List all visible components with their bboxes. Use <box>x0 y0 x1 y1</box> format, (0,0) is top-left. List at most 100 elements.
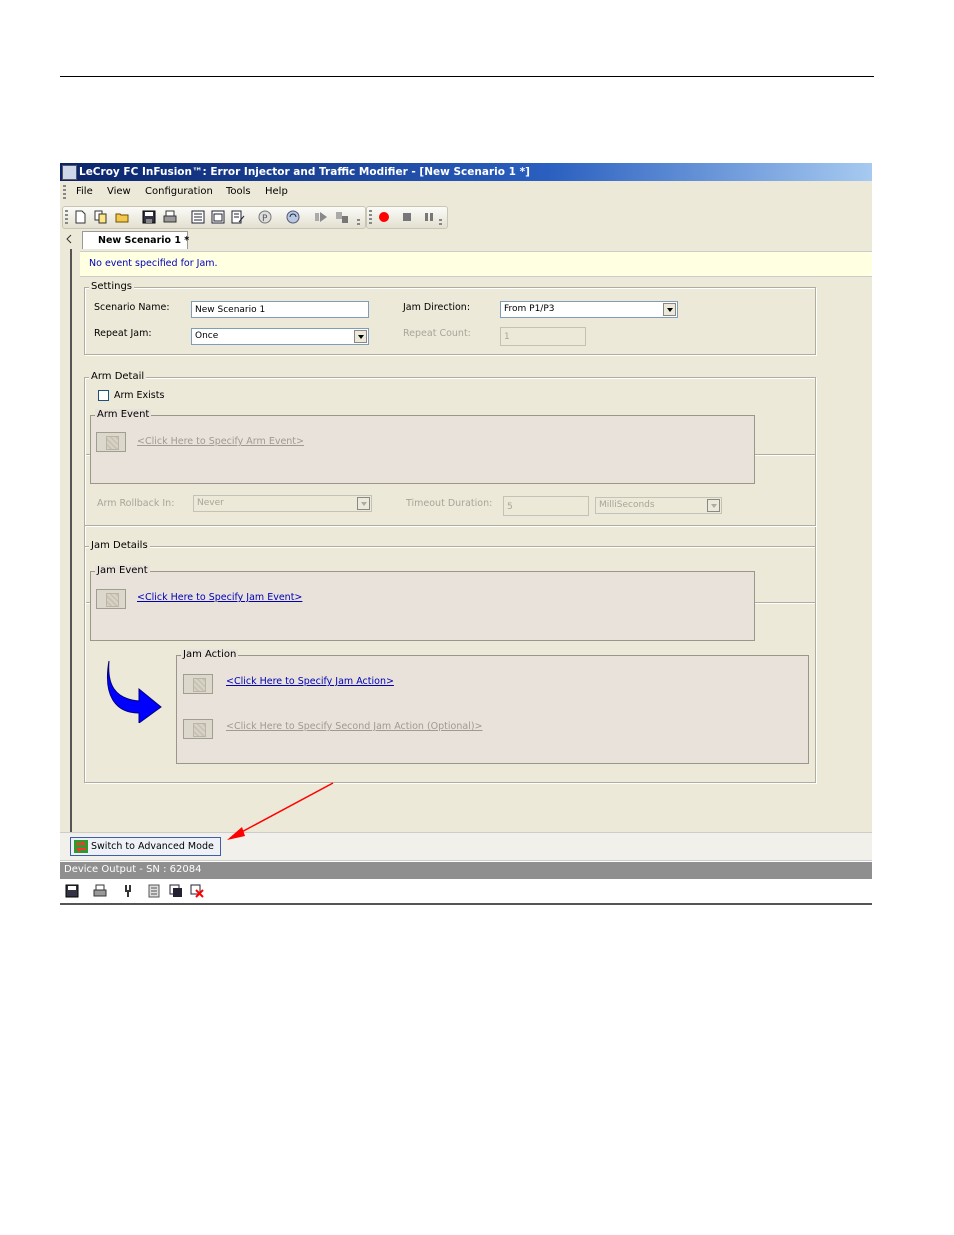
event-icon <box>193 678 206 692</box>
jam-action-label: Jam Action <box>181 649 239 660</box>
step-icon[interactable] <box>335 210 349 224</box>
arm-exists-label: Arm Exists <box>114 390 165 401</box>
play-icon[interactable] <box>314 210 328 224</box>
new-icon[interactable] <box>73 210 87 224</box>
chevron-down-icon[interactable] <box>707 499 720 512</box>
pause-icon[interactable] <box>422 210 436 224</box>
device-output-bar: Device Output - SN : 62084 <box>60 862 872 879</box>
jam-direction-select[interactable]: From P1/P3 <box>500 301 678 318</box>
chevron-down-icon[interactable] <box>357 497 370 510</box>
settings-group: Settings Scenario Name: New Scenario 1 R… <box>84 281 816 355</box>
arm-detail-label: Arm Detail <box>89 371 147 382</box>
window-icon[interactable] <box>169 884 183 898</box>
chevron-down-icon[interactable] <box>354 330 367 343</box>
mode-switch-icon <box>74 840 88 853</box>
jam-action-group: Jam Action <Click Here to Specify Jam Ac… <box>176 649 809 764</box>
tab-bar: New Scenario 1 * <box>60 229 872 250</box>
refresh-icon[interactable] <box>286 210 300 224</box>
second-jam-action-button[interactable] <box>183 719 213 739</box>
scenario-name-input[interactable]: New Scenario 1 <box>191 301 369 318</box>
repeat-count-label: Repeat Count: <box>403 328 471 339</box>
toolbar-group-main: P <box>62 206 366 229</box>
arm-event-link[interactable]: <Click Here to Specify Arm Event> <box>137 436 304 447</box>
mode-strip: Switch to Advanced Mode <box>60 832 872 861</box>
timeout-unit-select[interactable]: MilliSeconds <box>595 497 722 514</box>
arm-rollback-value: Never <box>197 498 224 508</box>
save-icon[interactable] <box>65 884 79 898</box>
menu-configuration[interactable]: Configuration <box>145 186 213 197</box>
timeout-unit-value: MilliSeconds <box>599 500 655 510</box>
device-output-title: Device Output - SN : 62084 <box>64 864 202 875</box>
main-toolbar: P <box>60 203 872 229</box>
menu-view[interactable]: View <box>107 186 131 197</box>
title-bar: LeCroy FC InFusion™: Error Injector and … <box>60 163 872 181</box>
toolbar-overflow-2[interactable] <box>439 219 442 225</box>
edit-icon[interactable] <box>231 210 245 224</box>
curved-arrow-icon <box>107 660 162 723</box>
second-jam-action-link[interactable]: <Click Here to Specify Second Jam Action… <box>226 721 483 732</box>
scenario-name-label: Scenario Name: <box>94 302 170 313</box>
save-icon[interactable] <box>142 210 156 224</box>
toolbar-grip[interactable] <box>65 210 68 224</box>
window-icon[interactable] <box>211 210 225 224</box>
tab-new-scenario-1[interactable]: New Scenario 1 * <box>82 231 190 249</box>
jam-details-label: Jam Details <box>89 540 150 551</box>
print-icon[interactable] <box>163 210 177 224</box>
p-icon[interactable]: P <box>258 210 272 224</box>
jam-direction-value: From P1/P3 <box>504 304 555 314</box>
log-icon[interactable] <box>148 884 162 898</box>
menu-bar: File View Configuration Tools Help <box>60 181 872 203</box>
info-message: No event specified for Jam. <box>89 258 218 269</box>
arm-event-button[interactable] <box>96 432 126 452</box>
clear-icon[interactable] <box>190 884 204 898</box>
record-icon[interactable] <box>377 210 391 224</box>
menu-file[interactable]: File <box>76 186 93 197</box>
window-bottom-border <box>60 903 872 905</box>
event-icon <box>106 436 119 450</box>
event-icon <box>106 593 119 607</box>
tab-scroll-left-icon[interactable] <box>65 234 73 244</box>
timeout-label: Timeout Duration: <box>406 498 493 509</box>
arm-rollback-label: Arm Rollback In: <box>97 498 175 509</box>
jam-action-link[interactable]: <Click Here to Specify Jam Action> <box>226 676 394 687</box>
jam-event-label: Jam Event <box>95 565 150 576</box>
tab-label: New Scenario 1 * <box>98 235 190 246</box>
stop-icon[interactable] <box>400 210 414 224</box>
timeout-input[interactable]: 5 <box>503 496 589 516</box>
event-icon <box>193 723 206 737</box>
repeat-count-input[interactable]: 1 <box>500 327 586 346</box>
jam-details-group: Jam Details Jam Event <Click Here to Spe… <box>84 540 816 783</box>
arm-rollback-select[interactable]: Never <box>193 495 372 512</box>
jam-direction-label: Jam Direction: <box>403 302 471 313</box>
app-icon <box>62 165 77 180</box>
open-copy-icon[interactable] <box>94 210 108 224</box>
toolbar-grip-2[interactable] <box>369 210 372 224</box>
chevron-down-icon[interactable] <box>663 303 676 316</box>
menu-tools[interactable]: Tools <box>226 186 251 197</box>
repeat-jam-value: Once <box>195 331 219 341</box>
toolbar-group-capture <box>366 206 448 229</box>
jam-event-link[interactable]: <Click Here to Specify Jam Event> <box>137 592 302 603</box>
tools-icon[interactable] <box>121 884 135 898</box>
menu-help[interactable]: Help <box>265 186 288 197</box>
advanced-mode-label: Switch to Advanced Mode <box>91 841 214 852</box>
arm-event-label: Arm Event <box>95 409 152 420</box>
menu-grip[interactable] <box>63 185 66 199</box>
scenario-editor: No event specified for Jam. Settings Sce… <box>72 249 872 832</box>
switch-advanced-mode-button[interactable]: Switch to Advanced Mode <box>70 837 221 856</box>
settings-group-label: Settings <box>89 281 135 292</box>
device-output-toolbar <box>60 879 872 903</box>
jam-event-group: Jam Event <Click Here to Specify Jam Eve… <box>90 565 755 641</box>
toolbar-overflow[interactable] <box>357 219 360 225</box>
repeat-jam-select[interactable]: Once <box>191 328 369 345</box>
arm-exists-checkbox[interactable] <box>98 390 109 401</box>
info-bar: No event specified for Jam. <box>80 251 872 277</box>
left-frame <box>60 249 72 832</box>
jam-event-button[interactable] <box>96 589 126 609</box>
print-icon[interactable] <box>93 884 107 898</box>
list-view-icon[interactable] <box>191 210 205 224</box>
arm-event-group: Arm Event <Click Here to Specify Arm Eve… <box>90 409 755 484</box>
open-folder-icon[interactable] <box>115 210 129 224</box>
jam-action-button[interactable] <box>183 674 213 694</box>
application-window: LeCroy FC InFusion™: Error Injector and … <box>60 163 872 905</box>
